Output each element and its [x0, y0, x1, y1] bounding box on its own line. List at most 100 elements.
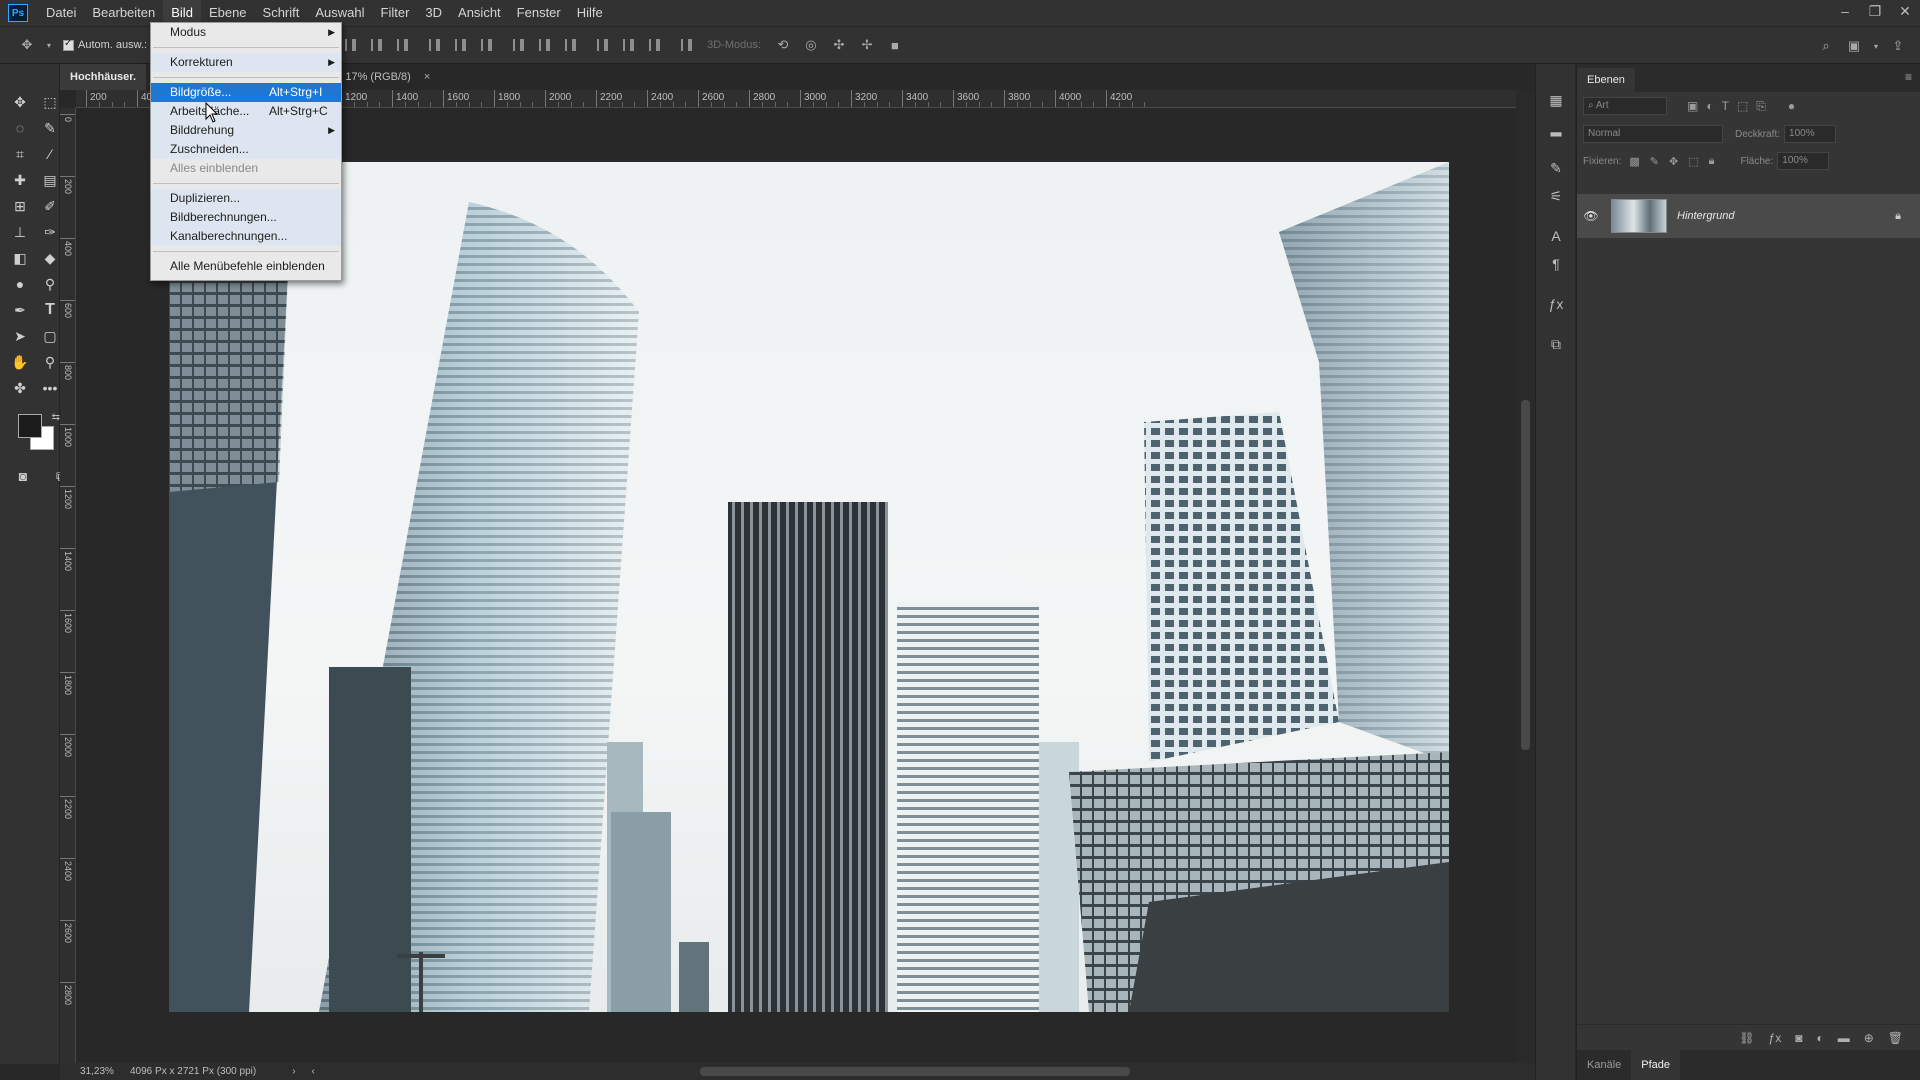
lock-pixels-icon[interactable]: ✎ — [1650, 155, 1659, 168]
menu-item-arbeitsfläche[interactable]: Arbeitsfläche...Alt+Strg+C — [151, 102, 341, 121]
auto-align-icon[interactable] — [675, 34, 697, 56]
tool-preset-chevron-icon[interactable]: ▾ — [44, 34, 54, 56]
menu-item-modus[interactable]: Modus ▶ — [151, 23, 341, 42]
minimize-button[interactable]: – — [1830, 0, 1860, 22]
document-image[interactable] — [169, 162, 1449, 1012]
add-style-icon[interactable]: ƒx — [1769, 1031, 1782, 1045]
menu-item-duplizieren[interactable]: Duplizieren... — [151, 189, 341, 208]
tab-kanäle[interactable]: Kanäle — [1577, 1059, 1631, 1071]
status-arrow-icon[interactable]: › — [292, 1066, 295, 1077]
new-group-icon[interactable]: ▬ — [1838, 1031, 1850, 1045]
menu-item-bilddrehung[interactable]: Bilddrehung ▶ — [151, 121, 341, 140]
vertical-scrollbar[interactable] — [1516, 90, 1535, 1063]
link-layers-icon[interactable]: ⛓ — [1739, 1031, 1754, 1045]
distribute-left-icon[interactable] — [591, 34, 613, 56]
move-tool-icon[interactable]: ✥ — [16, 34, 38, 56]
filter-type-icon[interactable]: T — [1722, 99, 1729, 114]
align-hcenter-icon[interactable] — [449, 34, 471, 56]
share-icon[interactable]: ⇪ — [1887, 35, 1909, 57]
menu-datei[interactable]: Datei — [38, 0, 84, 26]
auto-select-checkbox[interactable]: Autom. ausw.: — [63, 38, 147, 51]
crop-tool-icon[interactable]: ⌗ — [7, 142, 33, 166]
horizontal-scroll-thumb[interactable] — [700, 1067, 1130, 1076]
align-vcenter-icon[interactable] — [365, 34, 387, 56]
panel-menu-icon[interactable]: ≡ — [1905, 70, 1912, 84]
layer-name[interactable]: Hintergrund — [1677, 210, 1734, 222]
menu-hilfe[interactable]: Hilfe — [569, 0, 611, 26]
checkbox-checked-icon[interactable] — [63, 38, 74, 51]
delete-layer-icon[interactable]: 🗑︎ — [1888, 1031, 1903, 1045]
hand-tool-icon[interactable]: ✋ — [7, 350, 33, 374]
clone-stamp-tool-icon[interactable]: ⊥ — [7, 220, 33, 244]
healing-brush-tool-icon[interactable]: ✚ — [7, 168, 33, 192]
distribute-vcenter-icon[interactable] — [533, 34, 555, 56]
menu-item-zuschneiden[interactable]: Zuschneiden... — [151, 140, 341, 159]
visibility-eye-icon[interactable]: 👁︎ — [1577, 209, 1605, 223]
distribute-hcenter-icon[interactable] — [617, 34, 639, 56]
align-left-icon[interactable] — [423, 34, 445, 56]
new-adjustment-icon[interactable]: ◐ — [1816, 1031, 1823, 1045]
new-layer-icon[interactable]: ⊕ — [1864, 1031, 1874, 1045]
styles-icon[interactable]: ƒx — [1536, 290, 1576, 318]
align-right-icon[interactable] — [475, 34, 497, 56]
zoom-level[interactable]: 31,23% — [60, 1066, 114, 1077]
blend-mode-select[interactable]: Normal — [1583, 125, 1723, 143]
eraser-tool-icon[interactable]: ◧ — [7, 246, 33, 270]
filter-adjustment-icon[interactable]: ◐ — [1706, 99, 1713, 114]
lock-transparency-icon[interactable]: ▩ — [1629, 155, 1639, 168]
filter-smartobject-icon[interactable]: ⎘ — [1756, 99, 1766, 114]
restore-button[interactable]: ❐ — [1860, 0, 1890, 22]
fill-input[interactable]: 100% — [1777, 152, 1830, 170]
distribute-bottom-icon[interactable] — [559, 34, 581, 56]
lock-all-icon[interactable]: 🔒︎ — [1709, 155, 1715, 168]
menu-fenster[interactable]: Fenster — [509, 0, 569, 26]
menu-item-korrekturen[interactable]: Korrekturen ▶ — [151, 53, 341, 72]
workspace-icon[interactable]: ▣ — [1843, 35, 1865, 57]
close-button[interactable]: ✕ — [1890, 0, 1920, 22]
vertical-scroll-thumb[interactable] — [1521, 400, 1530, 750]
scale-3d-icon[interactable]: ■ — [884, 34, 906, 56]
roll-3d-icon[interactable]: ◎ — [800, 34, 822, 56]
pan-3d-icon[interactable]: ✣ — [828, 34, 850, 56]
character-icon[interactable]: A — [1536, 222, 1576, 250]
opacity-input[interactable]: 100% — [1784, 125, 1837, 143]
align-bottom-icon[interactable] — [391, 34, 413, 56]
pen-tool-icon[interactable]: ✒ — [7, 298, 33, 322]
menu-item-kanalberechnungen[interactable]: Kanalberechnungen... — [151, 227, 341, 246]
layer-thumbnail[interactable] — [1611, 199, 1667, 233]
layer-row[interactable]: 👁︎ Hintergrund 🔒︎ — [1577, 194, 1920, 238]
blur-tool-icon[interactable]: ● — [7, 272, 33, 296]
search-icon[interactable]: ⌕ — [1815, 35, 1837, 57]
paragraph-icon[interactable]: ¶ — [1536, 250, 1576, 278]
filter-pixel-icon[interactable]: ▣ — [1687, 99, 1698, 114]
puppet-tool-icon[interactable]: ✤ — [7, 376, 33, 400]
menu-item-bildgröße[interactable]: Bildgröße... Alt+Strg+I — [151, 83, 341, 102]
quick-mask-icon[interactable]: ◙ — [10, 464, 36, 488]
libraries-icon[interactable]: ▦ — [1536, 86, 1576, 114]
lock-artboard-icon[interactable]: ⬚ — [1688, 155, 1698, 168]
menu-3d[interactable]: 3D — [417, 0, 450, 26]
menu-ansicht[interactable]: Ansicht — [450, 0, 509, 26]
path-selection-tool-icon[interactable]: ➤ — [7, 324, 33, 348]
filter-toggle-icon[interactable]: ● — [1788, 99, 1795, 114]
move-tool-icon[interactable]: ✥ — [7, 90, 33, 114]
layer-lock-icon[interactable]: 🔒︎ — [1895, 210, 1901, 223]
distribute-right-icon[interactable] — [643, 34, 665, 56]
filter-shape-icon[interactable]: ⬚ — [1737, 99, 1748, 114]
scroll-left-icon[interactable]: ‹ — [312, 1066, 315, 1077]
content-aware-tool-icon[interactable]: ⊞ — [7, 194, 33, 218]
vertical-ruler[interactable]: 0 200 400 600 800 1000 1200 1400 1600 1800 2000 220… — [60, 108, 76, 1063]
slide-3d-icon[interactable]: ✢ — [856, 34, 878, 56]
adjustments-icon[interactable]: ⚟ — [1536, 182, 1576, 210]
swap-colors-icon[interactable]: ⇆ — [52, 412, 60, 423]
orbit-3d-icon[interactable]: ⟲ — [772, 34, 794, 56]
histogram-icon[interactable]: ▂ — [1536, 114, 1576, 142]
align-top-icon[interactable] — [339, 34, 361, 56]
tab-pfade[interactable]: Pfade — [1631, 1050, 1681, 1080]
add-mask-icon[interactable]: ◙ — [1795, 1031, 1802, 1045]
tab-layers[interactable]: Ebenen — [1577, 68, 1635, 92]
workspace-chevron-icon[interactable]: ▾ — [1871, 35, 1881, 57]
menu-item-alle-menübefehle-einblenden[interactable]: Alle Menübefehle einblenden — [151, 257, 341, 276]
distribute-top-icon[interactable] — [507, 34, 529, 56]
layer-filter-select[interactable]: ⌕ Art — [1583, 97, 1667, 115]
